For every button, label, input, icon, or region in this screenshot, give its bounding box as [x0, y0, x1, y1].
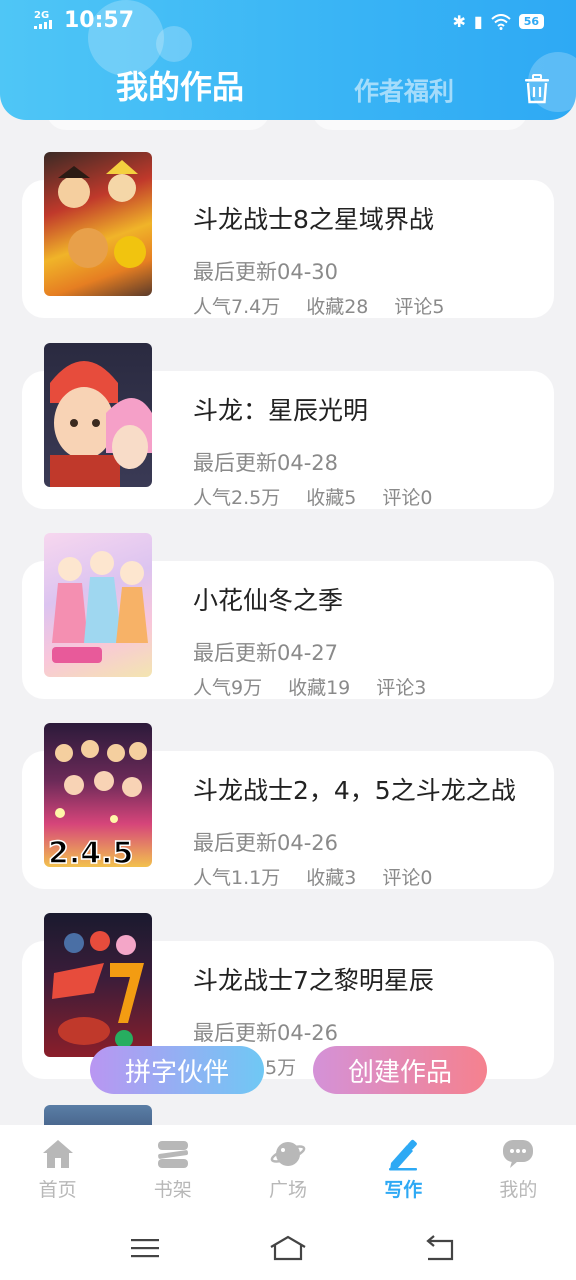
work-item[interactable]: 斗龙战士7之黎明星辰 最后更新04-26 5万 [0, 913, 576, 1103]
popularity-count: 人气9万 [193, 677, 263, 699]
status-bar: 2G 10:57 ✱ ▮ 56 [0, 0, 576, 44]
work-title: 斗龙：星辰光明 [193, 396, 369, 425]
work-cover[interactable] [44, 343, 152, 487]
nav-label: 首页 [38, 1179, 77, 1201]
wifi-icon [491, 13, 511, 30]
work-cover[interactable] [44, 533, 152, 677]
popularity-count: 5万 [265, 1057, 297, 1079]
work-item[interactable]: 2.4.5 斗龙战士2，4，5之斗龙之战 最后更新04-26 人气1.1万 收藏… [0, 723, 576, 913]
signal-icon [34, 20, 52, 29]
nav-label: 广场 [269, 1179, 308, 1201]
comments-count: 评论5 [394, 296, 445, 318]
last-update: 最后更新04-26 [193, 831, 339, 855]
tab-author-benefits[interactable]: 作者福利 [354, 72, 454, 108]
battery-indicator: 56 [518, 14, 544, 29]
back-icon[interactable] [422, 1233, 458, 1263]
bottom-nav: 首页 书架 广场 写作 我的 [0, 1125, 576, 1215]
chat-icon [503, 1140, 534, 1168]
svg-text:2.4.5: 2.4.5 [48, 836, 133, 867]
last-update: 最后更新04-28 [193, 451, 339, 475]
popularity-count: 人气7.4万 [193, 296, 281, 318]
menu-icon[interactable] [127, 1233, 163, 1263]
work-title: 小花仙冬之季 [193, 586, 344, 615]
nav-writing[interactable]: 写作 [346, 1125, 461, 1215]
home-icon [42, 1140, 73, 1168]
pen-icon [389, 1139, 418, 1171]
nav-label: 写作 [384, 1179, 423, 1201]
work-item[interactable]: 斗龙战士8之星域界战 最后更新04-30 人气7.4万 收藏28 评论5 [0, 152, 576, 342]
nav-home[interactable]: 首页 [0, 1125, 115, 1215]
work-cover[interactable] [44, 1105, 152, 1125]
nav-label: 我的 [499, 1179, 538, 1201]
work-title: 斗龙战士2，4，5之斗龙之战 [193, 776, 516, 805]
last-update: 最后更新04-26 [193, 1021, 339, 1045]
last-update: 最后更新04-27 [193, 641, 339, 665]
home-button-icon[interactable] [268, 1233, 308, 1263]
typing-partner-button[interactable]: 拼字伙伴 [90, 1046, 264, 1094]
favorites-count: 收藏5 [306, 487, 357, 509]
work-item[interactable]: 小花仙冬之季 最后更新04-27 人气9万 收藏19 评论3 [0, 533, 576, 723]
app-header: 2G 10:57 ✱ ▮ 56 我的作品 作者福利 [0, 0, 576, 120]
work-cover[interactable]: 2.4.5 [44, 723, 152, 867]
bluetooth-icon: ✱ [452, 12, 466, 31]
last-update: 最后更新04-30 [193, 260, 339, 284]
planet-icon [270, 1142, 306, 1166]
popularity-count: 人气2.5万 [193, 487, 281, 509]
favorites-count: 收藏3 [306, 867, 357, 889]
work-cover[interactable] [44, 152, 152, 296]
popularity-count: 人气1.1万 [193, 867, 281, 889]
clock: 10:57 [64, 8, 135, 33]
nav-mine[interactable]: 我的 [461, 1125, 576, 1215]
nav-plaza[interactable]: 广场 [230, 1125, 345, 1215]
work-title: 斗龙战士7之黎明星辰 [193, 966, 434, 995]
trash-icon[interactable] [524, 74, 550, 104]
system-nav-bar [0, 1215, 576, 1280]
tab-my-works[interactable]: 我的作品 [116, 62, 244, 108]
bookshelf-icon [157, 1141, 188, 1168]
nav-bookshelf[interactable]: 书架 [115, 1125, 230, 1215]
vibrate-icon: ▮ [473, 12, 483, 31]
comments-count: 评论3 [376, 677, 427, 699]
works-list[interactable]: 斗龙战士8之星域界战 最后更新04-30 人气7.4万 收藏28 评论5 斗龙：… [0, 100, 576, 1125]
comments-count: 评论0 [382, 867, 433, 889]
favorites-count: 收藏19 [288, 677, 351, 699]
favorites-count: 收藏28 [306, 296, 369, 318]
work-title: 斗龙战士8之星域界战 [193, 205, 434, 234]
work-cover[interactable] [44, 913, 152, 1057]
comments-count: 评论0 [382, 487, 433, 509]
nav-label: 书架 [153, 1179, 192, 1201]
create-work-button[interactable]: 创建作品 [313, 1046, 487, 1094]
work-item[interactable]: 斗龙：星辰光明 最后更新04-28 人气2.5万 收藏5 评论0 [0, 343, 576, 533]
